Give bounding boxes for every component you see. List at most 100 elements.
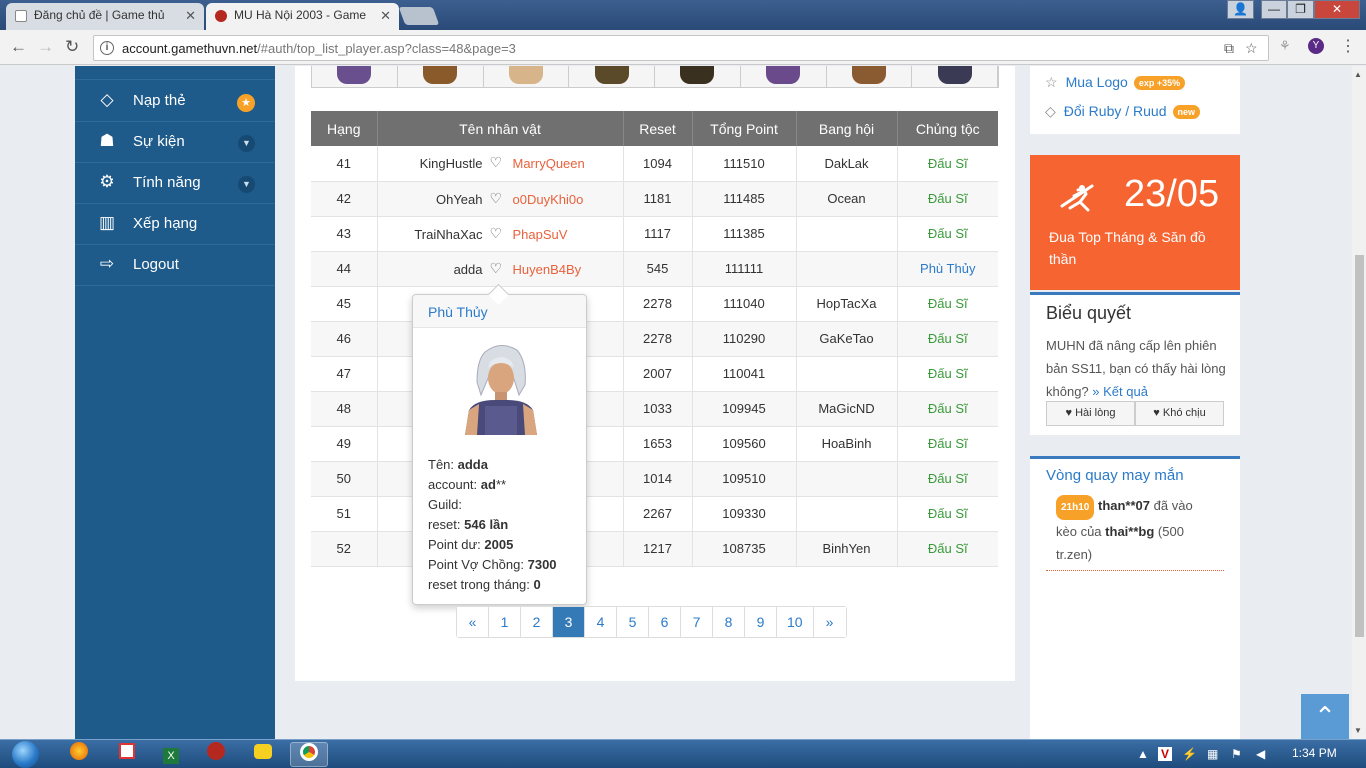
page-link[interactable]: 9 [745,607,777,637]
page-link-current[interactable]: 3 [553,607,585,637]
partner-name[interactable]: MarryQueen [513,156,585,171]
tooltip-class-title: Phù Thủy [413,295,586,328]
class-tab[interactable] [912,66,998,87]
chevron-down-icon[interactable]: ▼ [238,176,255,193]
page-scrollbar[interactable]: ▲ ▼ [1352,66,1366,739]
sidebar-item-su-kien[interactable]: ☗ Sự kiện ▼ [75,122,275,163]
cell-race: Đấu Sĩ [897,286,998,322]
cell-race: Phù Thủy [897,251,998,287]
url-host: account.gamethuvn.net [122,41,258,56]
extension-icon[interactable]: ⚘ [1279,38,1291,54]
warrior-icon [1060,184,1094,212]
character-name[interactable]: TraiNhaXac [414,227,482,242]
mua-logo-link[interactable]: ☆ Mua Logo exp +35% [1045,74,1186,91]
poll-no-button[interactable]: ♥ Khó chịu [1135,401,1224,426]
tray-app-icon[interactable]: ⚡ [1182,747,1197,761]
tooltip-point: 2005 [484,537,514,552]
doi-ruby-link[interactable]: ◇ Đổi Ruby / Ruud new [1045,103,1201,120]
cell-names: TraiNhaXac ♡ PhapSuV [377,216,624,252]
chrome-icon[interactable] [290,742,328,767]
volume-icon[interactable]: ◀ [1256,747,1265,761]
flag-icon[interactable]: ⚑ [1231,747,1242,761]
maximize-button[interactable]: ❐ [1287,0,1314,19]
scrollbar-thumb[interactable] [1355,255,1364,637]
mu-game-icon[interactable] [197,742,235,767]
cell-rank: 50 [311,461,378,497]
column-header: Tổng Point [692,111,797,146]
page-icon [15,10,27,22]
excel-icon[interactable]: X [152,742,190,767]
network-icon[interactable]: ▦ [1207,747,1218,761]
class-tab[interactable] [826,66,913,87]
clock[interactable]: 1:34 PM [1292,746,1337,760]
window-close-button[interactable]: ✕ [1314,0,1360,19]
menu-icon[interactable]: ⋮ [1340,36,1356,56]
wheel-title[interactable]: Vòng quay may mắn [1046,467,1184,484]
sidebar-item-tinh-nang[interactable]: ⚙ Tính năng ▼ [75,163,275,204]
label: Tên: [428,457,455,472]
page-link[interactable]: 4 [585,607,617,637]
browser-tab-1[interactable]: Đăng chủ đề | Game thủ ✕ [6,3,204,30]
profile-avatar[interactable]: Y [1308,38,1324,54]
minimize-button[interactable]: — [1261,0,1287,19]
user-icon[interactable]: 👤 [1227,0,1254,19]
bookmark-star-icon[interactable]: ☆ [1245,40,1258,57]
start-button[interactable] [6,740,46,768]
class-tab[interactable] [483,66,570,87]
event-banner[interactable]: 23/05 Đua Top Tháng & Săn đồ thần [1030,155,1240,290]
cell-point: 111385 [692,216,797,252]
class-tab[interactable] [312,66,398,87]
browser-tab-bar: Đăng chủ đề | Game thủ ✕ MU Hà Nội 2003 … [0,0,1366,30]
sidebar-item-xep-hang[interactable]: ▥ Xếp hạng [75,204,275,245]
tray-arrow-icon[interactable]: ▲ [1137,747,1149,761]
column-header: Bang hội [796,111,898,146]
page-link[interactable]: 7 [681,607,713,637]
character-name[interactable]: adda [454,262,483,277]
page-prev[interactable]: « [457,607,489,637]
firefox-icon[interactable] [60,742,98,767]
scroll-to-top-button[interactable]: ⌃ [1301,694,1349,739]
new-tab-button[interactable] [398,7,440,25]
page-link[interactable]: 1 [489,607,521,637]
poll-yes-button[interactable]: ♥ Hài lòng [1046,401,1135,426]
time-badge: 21h10 [1056,495,1095,520]
chat-icon[interactable] [244,742,282,767]
character-name[interactable]: OhYeah [436,192,483,207]
ranking-panel: Hạng Tên nhân vật Reset Tổng Point Bang … [295,66,1015,681]
class-tab[interactable] [569,66,655,87]
app-icon[interactable] [108,742,146,767]
browser-tab-2[interactable]: MU Hà Nội 2003 - Game ✕ [206,3,399,30]
close-icon[interactable]: ✕ [185,3,196,28]
forward-arrow-icon[interactable]: → [37,37,54,57]
close-icon[interactable]: ✕ [380,3,391,28]
sidebar-item-nap-the[interactable]: ◇ Nạp thẻ ★ [75,81,275,122]
page-link[interactable]: 2 [521,607,553,637]
antivirus-icon[interactable]: V [1158,747,1173,761]
page-link[interactable]: 10 [777,607,814,637]
chevron-down-icon[interactable]: ▼ [238,135,255,152]
url-text[interactable]: account.gamethuvn.net/#auth/top_list_pla… [122,41,516,56]
translate-icon[interactable]: ⧉ [1224,40,1234,57]
partner-name[interactable]: PhapSuV [513,227,568,242]
class-tab[interactable] [740,66,827,87]
wheel-entry: 21h10 than**07 đã vào kèo của thai**bg (… [1046,494,1224,571]
column-header: Chủng tộc [897,111,998,146]
page-link[interactable]: 8 [713,607,745,637]
reload-icon[interactable]: ↻ [65,37,79,57]
partner-name[interactable]: o0DuyKhi0o [513,192,584,207]
scroll-down-icon[interactable]: ▼ [1354,726,1362,735]
sidebar-item-logout[interactable]: ⇨ Logout [75,245,275,286]
back-arrow-icon[interactable]: ← [10,37,27,57]
poll-result-link[interactable]: » Kết quả [1092,384,1148,399]
address-bar[interactable]: i account.gamethuvn.net/#auth/top_list_p… [93,35,1269,61]
partner-name[interactable]: HuyenB4By [513,262,582,277]
character-name[interactable]: KingHustle [420,156,483,171]
page-link[interactable]: 6 [649,607,681,637]
class-tab[interactable] [397,66,484,87]
cell-race: Đấu Sĩ [897,321,998,357]
info-icon[interactable]: i [100,41,114,55]
scroll-up-icon[interactable]: ▲ [1354,70,1362,79]
page-link[interactable]: 5 [617,607,649,637]
class-tab[interactable] [655,66,741,87]
page-next[interactable]: » [813,607,846,637]
